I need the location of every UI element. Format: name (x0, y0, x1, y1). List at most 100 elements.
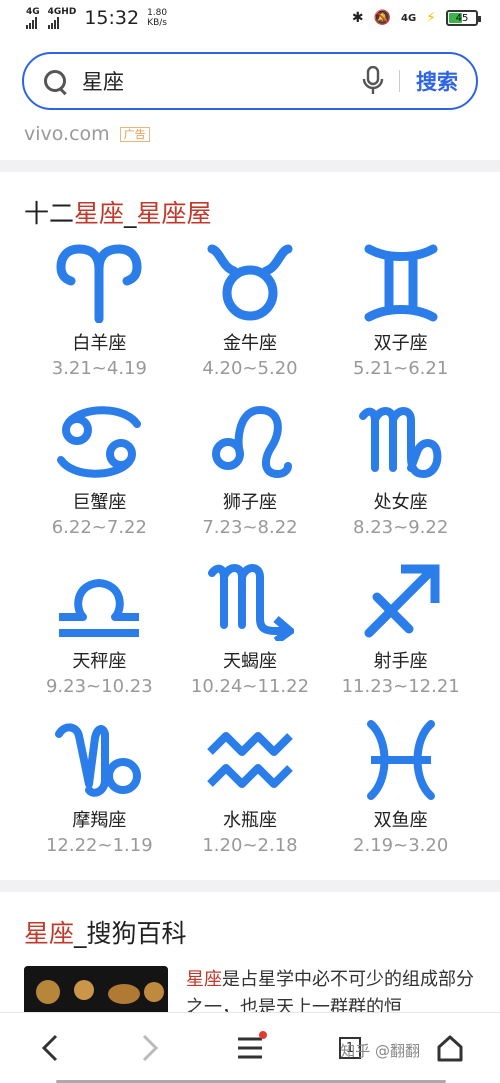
title-rest: _搜狗百科 (74, 919, 187, 948)
zodiac-item-aries[interactable]: 白羊座 3.21~4.19 (24, 242, 175, 401)
zodiac-name: 狮子座 (222, 492, 277, 513)
chevron-left-icon (41, 1034, 58, 1062)
zodiac-date: 1.20~2.18 (202, 835, 298, 856)
search-area: 搜索 (0, 36, 500, 110)
bluetooth-icon: ✱ (351, 10, 364, 26)
capricorn-icon (55, 723, 142, 797)
ad-source-line[interactable]: vivo.com 广告 (0, 114, 500, 154)
section-divider (0, 880, 500, 892)
leo-icon (211, 405, 292, 479)
zodiac-name: 水瓶座 (222, 810, 277, 831)
home-button[interactable] (425, 1023, 475, 1073)
zodiac-name: 天秤座 (72, 651, 127, 672)
network-label-3: 4G (400, 12, 417, 24)
search-divider (399, 70, 400, 92)
zodiac-date: 2.19~3.20 (353, 835, 449, 856)
network-indicator-2: 4GHD (47, 6, 77, 29)
zodiac-date: 8.23~9.22 (353, 517, 449, 538)
zodiac-date: 4.20~5.20 (202, 358, 298, 379)
title-highlight-1: 星座 (74, 199, 125, 228)
charging-icon: ⚡ (426, 10, 436, 26)
snippet-highlight: 星座 (186, 969, 222, 990)
back-button[interactable] (25, 1023, 75, 1073)
title-highlight-2: 星座屋 (136, 199, 212, 228)
virgo-icon (358, 407, 442, 479)
zodiac-item-libra[interactable]: 天秤座 9.23~10.23 (24, 560, 175, 719)
scorpio-icon (207, 564, 294, 641)
forward-button[interactable] (125, 1023, 175, 1073)
zodiac-date: 10.24~11.22 (190, 676, 310, 697)
clock: 15:32 (84, 7, 140, 29)
zodiac-date: 3.21~4.19 (51, 358, 147, 379)
zodiac-date: 7.23~8.22 (202, 517, 298, 538)
zodiac-date: 9.23~10.23 (45, 676, 153, 697)
libra-icon (59, 579, 140, 637)
zodiac-item-aquarius[interactable]: 水瓶座 1.20~2.18 (175, 719, 326, 878)
zodiac-name: 金牛座 (222, 333, 277, 354)
microphone-icon[interactable] (361, 66, 385, 96)
bottom-nav-bar: 1 (0, 1012, 500, 1083)
zodiac-date: 6.22~7.22 (51, 517, 147, 538)
zodiac-item-gemini[interactable]: 双子座 5.21~6.21 (325, 242, 476, 401)
baike-card-title[interactable]: 星座_搜狗百科 (0, 892, 500, 966)
chevron-right-icon (142, 1034, 159, 1062)
zodiac-date: 11.23~12.21 (341, 676, 460, 697)
zodiac-card: 十二星座_星座屋 白羊座 3.21~4.19 金牛座 4.20~5.20 双子座… (0, 172, 500, 878)
zodiac-date: 5.21~6.21 (353, 358, 449, 379)
zodiac-name: 白羊座 (72, 333, 127, 354)
zodiac-item-virgo[interactable]: 处女座 8.23~9.22 (325, 401, 476, 560)
search-button[interactable]: 搜索 (416, 66, 458, 96)
pisces-icon (366, 720, 435, 800)
zodiac-name: 双子座 (373, 333, 428, 354)
zodiac-name: 摩羯座 (72, 810, 127, 831)
speed-unit: KB/s (147, 18, 167, 28)
zodiac-item-pisces[interactable]: 双鱼座 2.19~3.20 (325, 719, 476, 878)
sagittarius-icon (364, 564, 440, 638)
zodiac-name: 射手座 (373, 651, 428, 672)
zodiac-item-taurus[interactable]: 金牛座 4.20~5.20 (175, 242, 326, 401)
ad-source[interactable]: vivo.com (24, 123, 110, 145)
status-left: 4G 4GHD 15:32 1.80 KB/s (26, 7, 167, 29)
cancer-icon (57, 406, 142, 478)
zodiac-item-capricorn[interactable]: 摩羯座 12.22~1.19 (24, 719, 175, 878)
zodiac-item-cancer[interactable]: 巨蟹座 6.22~7.22 (24, 401, 175, 560)
menu-button[interactable] (225, 1023, 275, 1073)
signal-bars-icon (26, 16, 40, 29)
aries-icon (56, 244, 142, 323)
zodiac-grid: 白羊座 3.21~4.19 金牛座 4.20~5.20 双子座 5.21~6.2… (24, 236, 476, 878)
gemini-icon (364, 244, 438, 322)
title-highlight: 星座 (24, 919, 75, 948)
zodiac-item-scorpio[interactable]: 天蝎座 10.24~11.22 (175, 560, 326, 719)
title-separator: _ (124, 199, 137, 228)
watermark: 知乎 @翻翻 (340, 1042, 420, 1060)
status-bar: 4G 4GHD 15:32 1.80 KB/s ✱ 🔕 4G ⚡ 45 (0, 0, 500, 36)
battery-level: 45 (455, 12, 469, 24)
zodiac-item-sagittarius[interactable]: 射手座 11.23~12.21 (325, 560, 476, 719)
zodiac-card-title[interactable]: 十二星座_星座屋 (24, 172, 476, 236)
search-icon (42, 68, 68, 94)
network-indicator-1: 4G (26, 6, 40, 29)
menu-icon (238, 1037, 262, 1059)
zodiac-name: 双鱼座 (373, 810, 428, 831)
network-speed: 1.80 KB/s (147, 8, 167, 28)
zodiac-name: 天蝎座 (222, 651, 277, 672)
zodiac-item-leo[interactable]: 狮子座 7.23~8.22 (175, 401, 326, 560)
snippet-text: 是占星学中必不可少的组成部分之一，也是天上一群群的恒 (186, 969, 474, 1018)
status-right: ✱ 🔕 4G ⚡ 45 (351, 10, 481, 26)
zodiac-name: 处女座 (373, 492, 428, 513)
title-prefix: 十二 (24, 199, 75, 228)
zodiac-name: 巨蟹座 (72, 492, 127, 513)
search-input[interactable] (68, 69, 361, 93)
home-icon (437, 1035, 463, 1062)
section-divider (0, 160, 500, 172)
search-box[interactable]: 搜索 (22, 52, 478, 110)
ad-tag: 广告 (119, 126, 150, 142)
network-label-1: 4G (26, 6, 40, 17)
aquarius-icon (207, 732, 293, 788)
taurus-icon (207, 244, 293, 321)
zodiac-date: 12.22~1.19 (45, 835, 153, 856)
speed-value: 1.80 (147, 8, 168, 18)
network-label-2: 4GHD (47, 6, 77, 17)
mute-bell-icon: 🔕 (373, 10, 391, 26)
notification-dot (259, 1031, 267, 1039)
